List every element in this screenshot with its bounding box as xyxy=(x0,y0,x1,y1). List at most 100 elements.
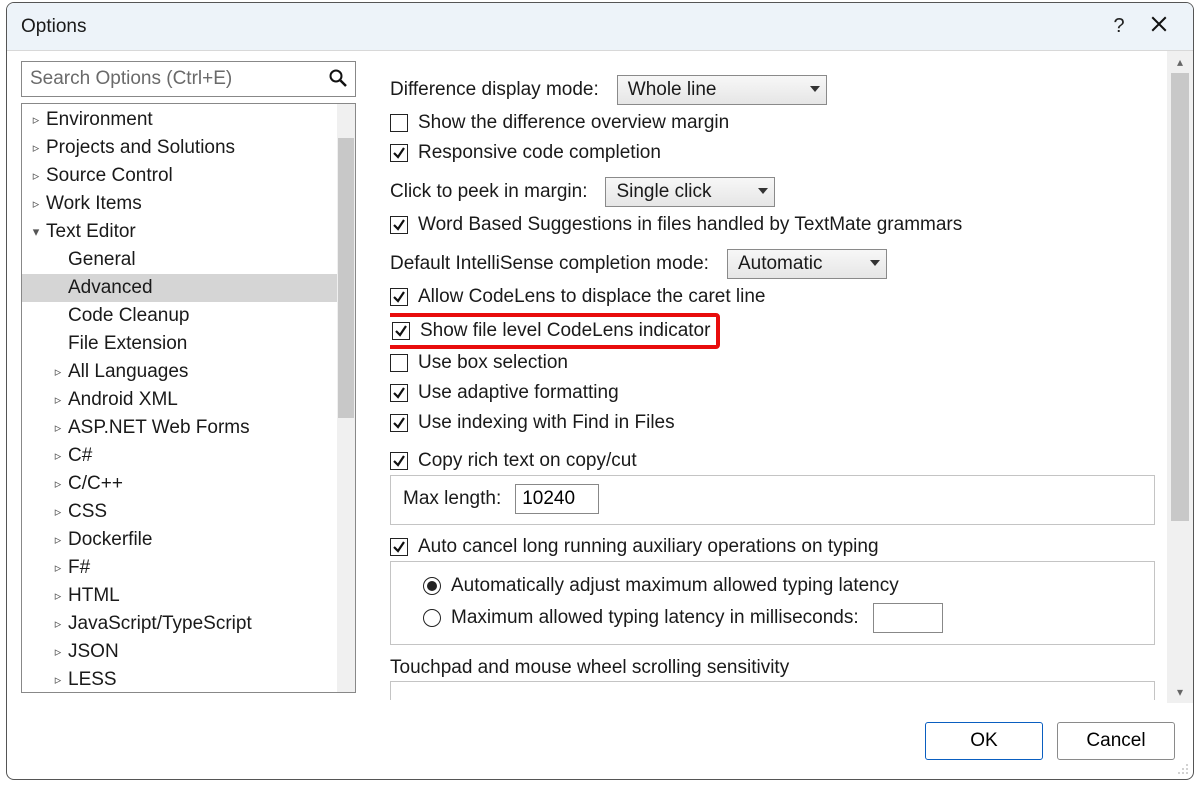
tree-expand-icon[interactable]: ▹ xyxy=(50,560,66,576)
label-click-to-peek: Click to peek in margin: xyxy=(390,181,587,203)
tree-expand-icon[interactable]: ▹ xyxy=(28,140,44,156)
right-panel: Difference display mode: Whole line Show… xyxy=(360,51,1193,703)
tree-node[interactable]: ▹Source Control xyxy=(22,162,355,190)
tree-node-label: Android XML xyxy=(68,389,178,411)
tree-node-label: JSON xyxy=(68,641,119,663)
tree-node-label: CSS xyxy=(68,501,107,523)
checkbox-word-based-suggestions[interactable]: Word Based Suggestions in files handled … xyxy=(390,211,1155,239)
tree-node[interactable]: ▹Projects and Solutions xyxy=(22,134,355,162)
tree-node-label: Dockerfile xyxy=(68,529,152,551)
tree-node-label: File Extension xyxy=(68,333,187,355)
dropdown-click-to-peek[interactable]: Single click xyxy=(605,177,775,207)
tree-expand-icon[interactable]: ▹ xyxy=(50,588,66,604)
tree-node[interactable]: ▹Dockerfile xyxy=(22,526,355,554)
tree-node-label: Source Control xyxy=(46,165,173,187)
tree-node-label: Work Items xyxy=(46,193,142,215)
tree-node[interactable]: ▹All Languages xyxy=(22,358,355,386)
tree-node[interactable]: ▹Environment xyxy=(22,106,355,134)
tree-node[interactable]: ▹ASP.NET Web Forms xyxy=(22,414,355,442)
dropdown-intellisense-mode[interactable]: Automatic xyxy=(727,249,887,279)
checkbox-show-diff-overview-margin[interactable]: Show the difference overview margin xyxy=(390,109,1155,137)
tree-node[interactable]: ▹JSON xyxy=(22,638,355,666)
category-tree[interactable]: ▹Environment▹Projects and Solutions▹Sour… xyxy=(21,103,356,693)
checkbox-allow-codelens-displace[interactable]: Allow CodeLens to displace the caret lin… xyxy=(390,283,1155,311)
label-diff-display-mode: Difference display mode: xyxy=(390,79,599,101)
options-dialog: Options ? ▹Environment▹Projects and Solu… xyxy=(6,2,1194,780)
tree-expand-icon[interactable]: ▹ xyxy=(50,392,66,408)
tree-expand-icon[interactable]: ▹ xyxy=(50,476,66,492)
tree-node-label: C/C++ xyxy=(68,473,123,495)
tree-node[interactable]: ▹Advanced xyxy=(22,274,355,302)
tree-node-label: ASP.NET Web Forms xyxy=(68,417,250,439)
tree-node[interactable]: ▹Android XML xyxy=(22,386,355,414)
tree-node-label: Environment xyxy=(46,109,153,131)
tree-expand-icon[interactable]: ▹ xyxy=(50,364,66,380)
tree-node[interactable]: ▹Work Items xyxy=(22,190,355,218)
label-touchpad-sensitivity: Touchpad and mouse wheel scrolling sensi… xyxy=(390,657,789,679)
scroll-up-icon[interactable]: ▴ xyxy=(1167,51,1193,73)
label-intellisense-mode: Default IntelliSense completion mode: xyxy=(390,253,709,275)
group-touchpad-sensitivity xyxy=(390,681,1155,700)
ok-button[interactable]: OK xyxy=(925,722,1043,760)
tree-expand-icon[interactable]: ▹ xyxy=(28,196,44,212)
left-panel: ▹Environment▹Projects and Solutions▹Sour… xyxy=(7,51,360,703)
radio-max-latency-ms[interactable]: Maximum allowed typing latency in millis… xyxy=(423,602,1144,634)
resize-grip-icon[interactable] xyxy=(1175,761,1191,777)
window-title: Options xyxy=(21,16,1099,38)
tree-expand-icon[interactable]: ▹ xyxy=(50,504,66,520)
tree-expand-icon[interactable]: ▹ xyxy=(50,420,66,436)
tree-node[interactable]: ▹HTML xyxy=(22,582,355,610)
cancel-button[interactable]: Cancel xyxy=(1057,722,1175,760)
tree-node[interactable]: ▹File Extension xyxy=(22,330,355,358)
tree-node[interactable]: ▹LESS xyxy=(22,666,355,693)
dropdown-value: Single click xyxy=(616,181,711,203)
tree-node[interactable]: ▹JavaScript/TypeScript xyxy=(22,610,355,638)
label-max-length: Max length: xyxy=(403,488,501,510)
tree-expand-icon[interactable]: ▹ xyxy=(50,448,66,464)
tree-node[interactable]: ▹C/C++ xyxy=(22,470,355,498)
search-input[interactable] xyxy=(21,61,356,97)
checkbox-use-adaptive-formatting[interactable]: Use adaptive formatting xyxy=(390,379,1155,407)
tree-node-label: F# xyxy=(68,557,90,579)
checkbox-copy-rich-text[interactable]: Copy rich text on copy/cut xyxy=(390,447,1155,475)
titlebar: Options ? xyxy=(7,3,1193,51)
radio-auto-adjust-latency[interactable]: Automatically adjust maximum allowed typ… xyxy=(423,570,1144,602)
tree-expand-icon[interactable]: ▹ xyxy=(50,616,66,632)
tree-node-label: HTML xyxy=(68,585,120,607)
dropdown-value: Automatic xyxy=(738,253,822,275)
tree-node[interactable]: ▹C# xyxy=(22,442,355,470)
tree-node-label: LESS xyxy=(68,669,117,691)
tree-expand-icon[interactable]: ▹ xyxy=(28,168,44,184)
checkbox-auto-cancel-aux-ops[interactable]: Auto cancel long running auxiliary opera… xyxy=(390,533,1155,561)
settings-content: Difference display mode: Whole line Show… xyxy=(390,75,1155,703)
tree-node[interactable]: ▹Code Cleanup xyxy=(22,302,355,330)
tree-scrollbar[interactable] xyxy=(337,104,355,692)
tree-node[interactable]: ▹CSS xyxy=(22,498,355,526)
tree-node-label: Advanced xyxy=(68,277,153,299)
input-max-length[interactable] xyxy=(515,484,599,514)
tree-collapse-icon[interactable]: ▾ xyxy=(28,224,44,240)
dropdown-diff-display-mode[interactable]: Whole line xyxy=(617,75,827,105)
checkbox-show-file-level-codelens[interactable]: Show file level CodeLens indicator xyxy=(392,317,710,345)
tree-expand-icon[interactable]: ▹ xyxy=(50,644,66,660)
help-button[interactable]: ? xyxy=(1099,15,1139,38)
tree-node[interactable]: ▾Text Editor xyxy=(22,218,355,246)
right-scrollbar[interactable]: ▴ ▾ xyxy=(1167,51,1193,703)
checkbox-use-box-selection[interactable]: Use box selection xyxy=(390,349,1155,377)
tree-node-label: C# xyxy=(68,445,92,467)
tree-expand-icon[interactable]: ▹ xyxy=(50,672,66,688)
checkbox-responsive-code-completion[interactable]: Responsive code completion xyxy=(390,139,1155,167)
tree-node-label: Code Cleanup xyxy=(68,305,189,327)
tree-expand-icon[interactable]: ▹ xyxy=(50,532,66,548)
tree-expand-icon[interactable]: ▹ xyxy=(28,112,44,128)
input-max-latency-ms[interactable] xyxy=(873,603,943,633)
checkbox-use-indexing-find-in-files[interactable]: Use indexing with Find in Files xyxy=(390,409,1155,437)
tree-node[interactable]: ▹F# xyxy=(22,554,355,582)
tree-node[interactable]: ▹General xyxy=(22,246,355,274)
group-auto-cancel: Automatically adjust maximum allowed typ… xyxy=(390,561,1155,645)
dialog-footer: OK Cancel xyxy=(7,703,1193,779)
highlight-box: Show file level CodeLens indicator xyxy=(390,313,720,349)
scroll-down-icon[interactable]: ▾ xyxy=(1167,681,1193,703)
close-button[interactable] xyxy=(1139,15,1179,39)
search-icon xyxy=(328,68,348,88)
